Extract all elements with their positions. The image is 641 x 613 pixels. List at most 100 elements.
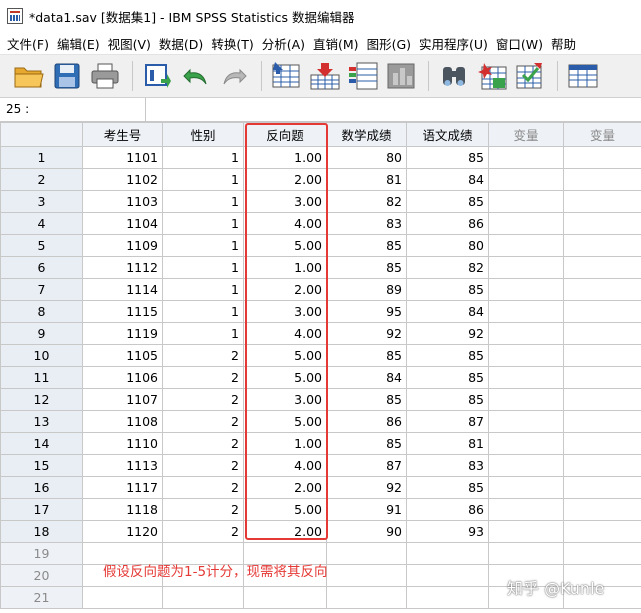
row-number[interactable]: 3 [0,190,83,213]
goto-case-icon[interactable] [270,59,304,93]
table-cell[interactable]: 1 [162,146,244,169]
row-number[interactable]: 9 [0,322,83,345]
table-cell[interactable]: 80 [326,146,407,169]
table-cell[interactable]: 92 [326,322,407,345]
table-cell[interactable] [563,410,641,433]
table-cell[interactable]: 5.00 [243,366,327,389]
table-cell[interactable]: 2.00 [243,168,327,191]
table-cell[interactable]: 2 [162,388,244,411]
table-cell[interactable] [488,146,564,169]
table-cell[interactable]: 5.00 [243,234,327,257]
table-cell[interactable]: 86 [406,212,489,235]
print-icon[interactable] [88,59,122,93]
table-cell[interactable] [563,278,641,301]
table-cell[interactable]: 1104 [82,212,163,235]
menu-help[interactable]: 帮助 [550,34,583,53]
table-cell[interactable] [82,586,163,609]
row-number[interactable]: 2 [0,168,83,191]
menu-data[interactable]: 数据(D) [158,34,210,53]
table-cell[interactable]: 89 [326,278,407,301]
table-cell[interactable] [488,168,564,191]
find-icon[interactable] [437,59,471,93]
table-cell[interactable] [488,454,564,477]
table-cell[interactable]: 1115 [82,300,163,323]
row-number[interactable]: 4 [0,212,83,235]
redo-icon[interactable] [217,59,251,93]
row-number[interactable]: 18 [0,520,83,543]
table-cell[interactable] [563,388,641,411]
grid-corner[interactable] [0,122,83,147]
table-cell[interactable]: 85 [326,256,407,279]
table-cell[interactable] [563,344,641,367]
table-cell[interactable]: 84 [326,366,407,389]
table-cell[interactable]: 3.00 [243,388,327,411]
column-header[interactable]: 考生号 [82,122,163,147]
table-cell[interactable]: 83 [406,454,489,477]
table-cell[interactable] [563,498,641,521]
table-cell[interactable]: 1114 [82,278,163,301]
variables-icon[interactable] [346,59,380,93]
table-cell[interactable]: 87 [326,454,407,477]
table-cell[interactable]: 2 [162,366,244,389]
table-cell[interactable] [488,366,564,389]
table-cell[interactable]: 1 [162,256,244,279]
table-cell[interactable] [488,520,564,543]
row-number[interactable]: 6 [0,256,83,279]
table-cell[interactable]: 93 [406,520,489,543]
table-cell[interactable]: 4.00 [243,322,327,345]
table-cell[interactable]: 91 [326,498,407,521]
table-cell[interactable]: 1118 [82,498,163,521]
table-cell[interactable]: 1106 [82,366,163,389]
row-number[interactable]: 19 [0,542,83,565]
table-cell[interactable] [406,564,489,587]
table-cell[interactable] [563,476,641,499]
table-cell[interactable]: 85 [406,344,489,367]
menu-file[interactable]: 文件(F) [6,34,56,53]
menu-view[interactable]: 视图(V) [107,34,158,53]
menu-graphs[interactable]: 图形(G) [366,34,418,53]
column-header[interactable]: 变量 [488,122,564,147]
table-cell[interactable]: 2 [162,498,244,521]
table-cell[interactable]: 1 [162,234,244,257]
table-cell[interactable]: 1 [162,212,244,235]
row-number[interactable]: 20 [0,564,83,587]
table-cell[interactable] [563,234,641,257]
table-cell[interactable] [563,300,641,323]
open-icon[interactable] [12,59,46,93]
row-number[interactable]: 12 [0,388,83,411]
table-cell[interactable]: 87 [406,410,489,433]
table-cell[interactable]: 2 [162,410,244,433]
table-cell[interactable]: 85 [406,146,489,169]
row-number[interactable]: 11 [0,366,83,389]
table-cell[interactable]: 83 [326,212,407,235]
table-cell[interactable] [326,542,407,565]
table-cell[interactable]: 1101 [82,146,163,169]
table-cell[interactable] [326,586,407,609]
table-cell[interactable]: 1107 [82,388,163,411]
row-number[interactable]: 5 [0,234,83,257]
table-cell[interactable]: 85 [326,234,407,257]
table-cell[interactable]: 92 [326,476,407,499]
table-cell[interactable]: 1117 [82,476,163,499]
table-cell[interactable] [488,410,564,433]
table-cell[interactable]: 1112 [82,256,163,279]
table-cell[interactable] [488,388,564,411]
undo-icon[interactable] [179,59,213,93]
menu-transform[interactable]: 转换(T) [210,34,260,53]
row-number[interactable]: 8 [0,300,83,323]
column-header[interactable]: 变量 [563,122,641,147]
table-cell[interactable]: 2 [162,520,244,543]
table-cell[interactable]: 84 [406,168,489,191]
table-cell[interactable] [488,190,564,213]
table-cell[interactable]: 95 [326,300,407,323]
table-cell[interactable]: 85 [326,388,407,411]
row-number[interactable]: 14 [0,432,83,455]
run-descriptives-icon[interactable] [384,59,418,93]
table-cell[interactable] [488,432,564,455]
table-cell[interactable]: 1105 [82,344,163,367]
table-cell[interactable]: 1113 [82,454,163,477]
table-cell[interactable] [488,212,564,235]
table-cell[interactable]: 5.00 [243,344,327,367]
insert-cases-icon[interactable] [475,59,509,93]
table-cell[interactable]: 82 [326,190,407,213]
